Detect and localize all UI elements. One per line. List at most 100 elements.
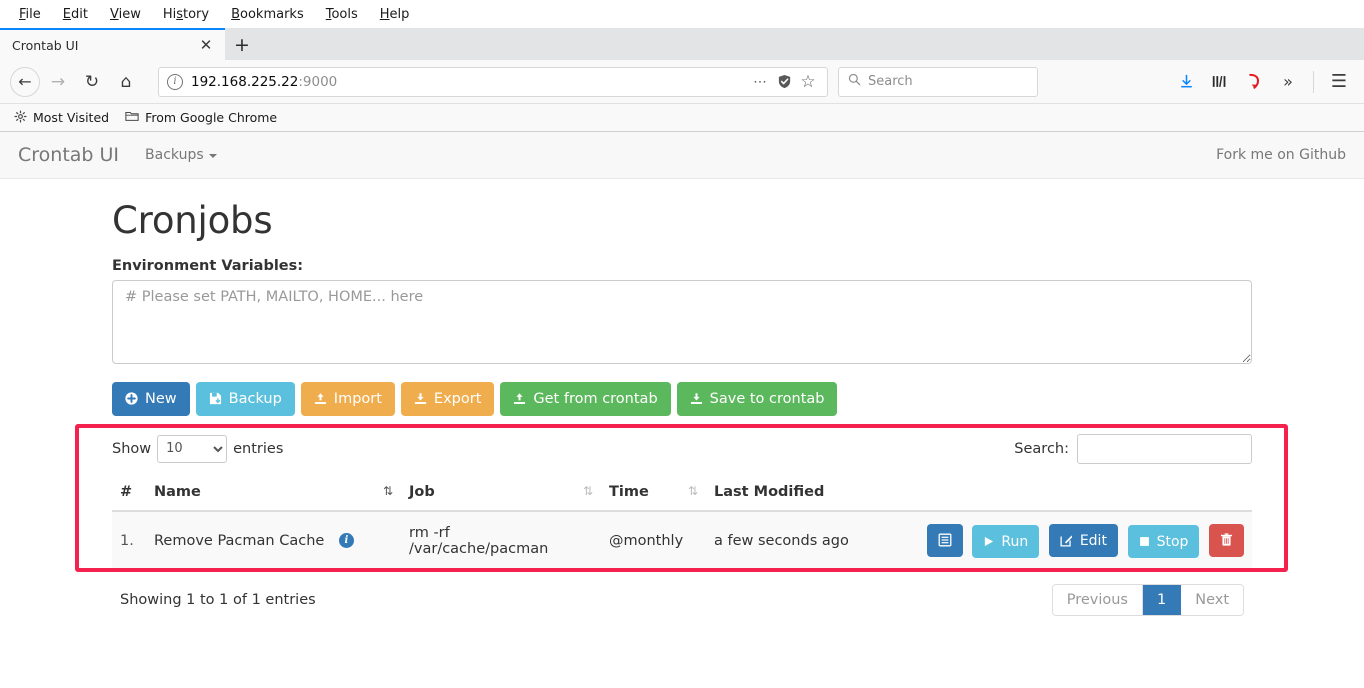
entries-length-control: Show 10 25 50 100 entries	[112, 435, 283, 463]
menu-view[interactable]: View	[99, 4, 152, 25]
plus-circle-icon	[125, 392, 138, 405]
toolbar-divider	[1313, 71, 1314, 93]
chevron-down-icon	[209, 154, 217, 158]
play-icon	[983, 536, 994, 547]
column-name[interactable]: Name⇅	[146, 476, 401, 511]
forward-arrow-icon[interactable]: →	[42, 66, 74, 98]
shield-icon[interactable]	[773, 71, 795, 93]
table-row: 1. Remove Pacman Cache i rm -rf /var/cac…	[112, 511, 1252, 571]
download-icon	[690, 392, 703, 405]
button-label: New	[145, 391, 177, 407]
save-to-crontab-button[interactable]: Save to crontab	[677, 382, 838, 416]
menu-bookmarks[interactable]: Bookmarks	[220, 4, 315, 25]
url-bar[interactable]: i 192.168.225.22:9000 ⋯ ☆	[158, 67, 828, 97]
run-button[interactable]: Run	[972, 525, 1039, 558]
column-job[interactable]: Job⇅	[401, 476, 601, 511]
delete-button[interactable]	[1209, 524, 1244, 557]
info-icon[interactable]: i	[339, 533, 354, 548]
upload-icon	[314, 392, 327, 405]
cell-job: rm -rf /var/cache/pacman	[401, 511, 601, 571]
overflow-icon[interactable]: »	[1273, 67, 1303, 97]
datatable-search: Search:	[1014, 434, 1252, 464]
list-icon	[938, 533, 952, 547]
sort-icon: ⇅	[383, 484, 393, 498]
library-icon[interactable]	[1205, 67, 1235, 97]
menu-edit[interactable]: Edit	[52, 4, 99, 25]
star-icon[interactable]: ☆	[797, 71, 819, 93]
floppy-save-icon	[209, 392, 222, 405]
menu-help[interactable]: Help	[369, 4, 421, 25]
app-navbar: Crontab UI Backups Fork me on Github	[0, 132, 1364, 179]
cell-index: 1.	[112, 511, 146, 571]
column-actions	[874, 476, 1252, 511]
column-time[interactable]: Time⇅	[601, 476, 706, 511]
browser-search-placeholder: Search	[868, 74, 913, 89]
entries-label: entries	[233, 441, 283, 457]
pagination-page-1[interactable]: 1	[1143, 585, 1181, 615]
cronjobs-datatable: Show 10 25 50 100 entries Search:	[112, 432, 1252, 627]
url-host: 192.168.225.22	[191, 74, 298, 90]
menu-file[interactable]: File	[8, 4, 52, 25]
button-label: Import	[334, 391, 382, 407]
export-button[interactable]: Export	[401, 382, 494, 416]
stop-button[interactable]: Stop	[1128, 525, 1200, 558]
downloads-icon[interactable]	[1171, 67, 1201, 97]
table-head: # Name⇅ Job⇅ Time⇅ Last Modified	[112, 476, 1252, 511]
table-body: 1. Remove Pacman Cache i rm -rf /var/cac…	[112, 511, 1252, 571]
button-label: Export	[434, 391, 481, 407]
sort-icon: ⇅	[688, 484, 698, 498]
pagination-next[interactable]: Next	[1181, 585, 1243, 615]
pocket-icon[interactable]	[1239, 67, 1269, 97]
search-input[interactable]	[1077, 434, 1252, 464]
get-from-crontab-button[interactable]: Get from crontab	[500, 382, 670, 416]
hamburger-menu-icon[interactable]: ☰	[1324, 67, 1354, 97]
browser-tab[interactable]: Crontab UI ✕	[0, 28, 225, 60]
bookmark-most-visited[interactable]: Most Visited	[14, 110, 109, 126]
upload-icon	[513, 392, 526, 405]
browser-menu-bar: File Edit View History Bookmarks Tools H…	[0, 0, 1364, 28]
fork-on-github-link[interactable]: Fork me on Github	[1216, 147, 1346, 163]
column-last-modified[interactable]: Last Modified	[706, 476, 874, 511]
site-info-icon[interactable]: i	[167, 74, 183, 90]
bookmark-from-google-chrome[interactable]: From Google Chrome	[125, 110, 277, 125]
home-icon[interactable]: ⌂	[110, 66, 142, 98]
app-brand[interactable]: Crontab UI	[18, 144, 119, 166]
log-button[interactable]	[927, 524, 963, 557]
search-label: Search:	[1014, 441, 1069, 457]
backup-button[interactable]: Backup	[196, 382, 295, 416]
action-button-row: New Backup Import Export Get from cronta…	[112, 382, 1252, 416]
tab-title: Crontab UI	[12, 38, 197, 53]
env-vars-textarea[interactable]	[112, 280, 1252, 364]
menu-tools[interactable]: Tools	[315, 4, 369, 25]
cell-last-modified: a few seconds ago	[706, 511, 874, 571]
import-button[interactable]: Import	[301, 382, 395, 416]
entries-info: Showing 1 to 1 of 1 entries	[120, 592, 316, 608]
button-label: Edit	[1080, 533, 1107, 549]
menu-history[interactable]: History	[152, 4, 220, 25]
pagination-previous[interactable]: Previous	[1053, 585, 1143, 615]
url-text: 192.168.225.22:9000	[191, 74, 747, 90]
button-label: Run	[1001, 534, 1028, 550]
plus-icon[interactable]: +	[225, 30, 259, 60]
nav-backups-dropdown[interactable]: Backups	[145, 147, 217, 163]
datatable-footer: Showing 1 to 1 of 1 entries Previous 1 N…	[112, 570, 1252, 626]
button-label: Get from crontab	[533, 391, 657, 407]
bookmark-label: Most Visited	[33, 110, 109, 125]
stop-square-icon	[1139, 536, 1150, 547]
reload-icon[interactable]: ↻	[76, 66, 108, 98]
cronjob-name: Remove Pacman Cache	[154, 533, 324, 549]
url-port: :9000	[298, 74, 337, 90]
edit-button[interactable]: Edit	[1049, 524, 1118, 557]
close-icon[interactable]: ✕	[197, 36, 215, 54]
cell-time: @monthly	[601, 511, 706, 571]
browser-search-box[interactable]: Search	[838, 67, 1038, 97]
new-button[interactable]: New	[112, 382, 190, 416]
toolbar-right-icons: » ☰	[1171, 67, 1354, 97]
page-actions-icon[interactable]: ⋯	[749, 71, 771, 93]
datatable-controls: Show 10 25 50 100 entries Search:	[112, 432, 1252, 466]
cell-name: Remove Pacman Cache i	[146, 511, 401, 571]
back-arrow-icon[interactable]: ←	[10, 67, 40, 97]
page-length-select[interactable]: 10 25 50 100	[157, 435, 227, 463]
browser-toolbar: ← → ↻ ⌂ i 192.168.225.22:9000 ⋯ ☆ Search…	[0, 60, 1364, 104]
folder-icon	[125, 110, 139, 125]
